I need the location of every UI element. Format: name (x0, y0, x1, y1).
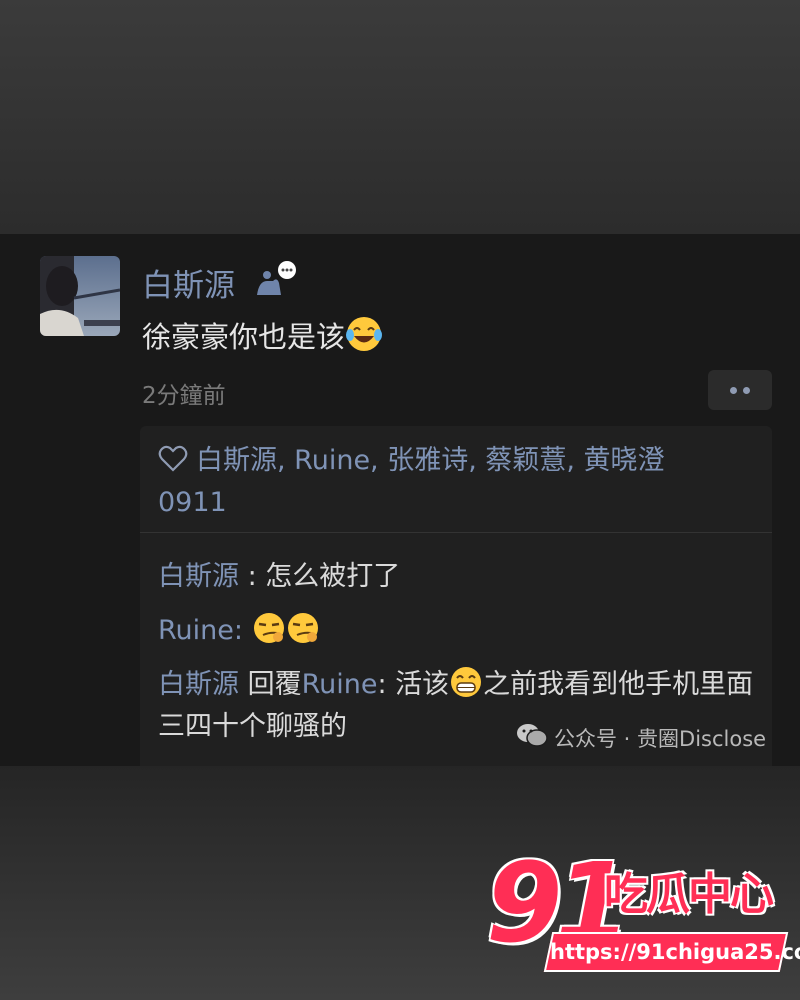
laughing-tears-emoji (345, 315, 383, 353)
comment-text: 活该 (395, 669, 450, 700)
post-timestamp: 2分鐘前 (142, 383, 226, 409)
grin-emoji (449, 665, 483, 699)
interaction-box: 白斯源, Ruine, 张雅诗, 蔡颖薏, 黄晓澄 0911 白斯源 : 怎么被… (140, 426, 772, 766)
wechat-watermark-text: 公众号 · 贵圈Disclose (554, 726, 767, 751)
comment-author[interactable]: 白斯源 (158, 669, 239, 700)
likes-row: 白斯源, Ruine, 张雅诗, 蔡颖薏, 黄晓澄 0911 (158, 440, 758, 524)
logo-url: https://91chigua25.com (550, 940, 800, 964)
post-text: 徐豪豪你也是该 (142, 314, 383, 356)
wechat-icon (516, 722, 548, 753)
dot-icon (730, 386, 737, 394)
comment-item[interactable]: 白斯源 : 怎么被打了 (158, 556, 768, 598)
moments-post: 白斯源 徐豪豪你也是该 2分鐘前 白斯源, Ruine, 张雅诗, 蔡颖薏, 黄… (0, 234, 800, 766)
comment-separator: : (239, 561, 266, 592)
likes-names[interactable]: 白斯源, Ruine, 张雅诗, 蔡颖薏, 黄晓澄 (196, 445, 665, 476)
likes-extra-name[interactable]: 0911 (158, 487, 227, 518)
comment-separator: : (233, 615, 252, 646)
logo-url-badge: https://91chigua25.com (543, 932, 800, 972)
avatar[interactable] (40, 256, 120, 336)
wechat-watermark: 公众号 · 贵圈Disclose (516, 722, 766, 753)
site-logo: 91 吃瓜中心 https://91chigua25.com (486, 848, 800, 976)
heart-icon (158, 444, 188, 472)
pat-badge-icon (255, 259, 301, 299)
comment-text: 怎么被打了 (265, 561, 401, 592)
divider (140, 532, 772, 533)
reply-word: 回覆 (239, 669, 302, 700)
comment-author[interactable]: 白斯源 (158, 561, 239, 592)
reply-target[interactable]: Ruine (302, 669, 378, 700)
comment-author[interactable]: Ruine (158, 615, 234, 646)
smirk-emoji (286, 611, 320, 645)
top-background (0, 0, 800, 234)
logo-name: 吃瓜中心 (604, 869, 774, 920)
smirk-emoji (252, 611, 286, 645)
comment-item[interactable]: Ruine: (158, 610, 768, 652)
more-actions-button[interactable] (708, 370, 772, 410)
dot-icon (743, 386, 750, 394)
post-text-content: 徐豪豪你也是该 (142, 320, 346, 354)
comment-separator: : (377, 669, 396, 700)
post-username[interactable]: 白斯源 (142, 260, 235, 305)
